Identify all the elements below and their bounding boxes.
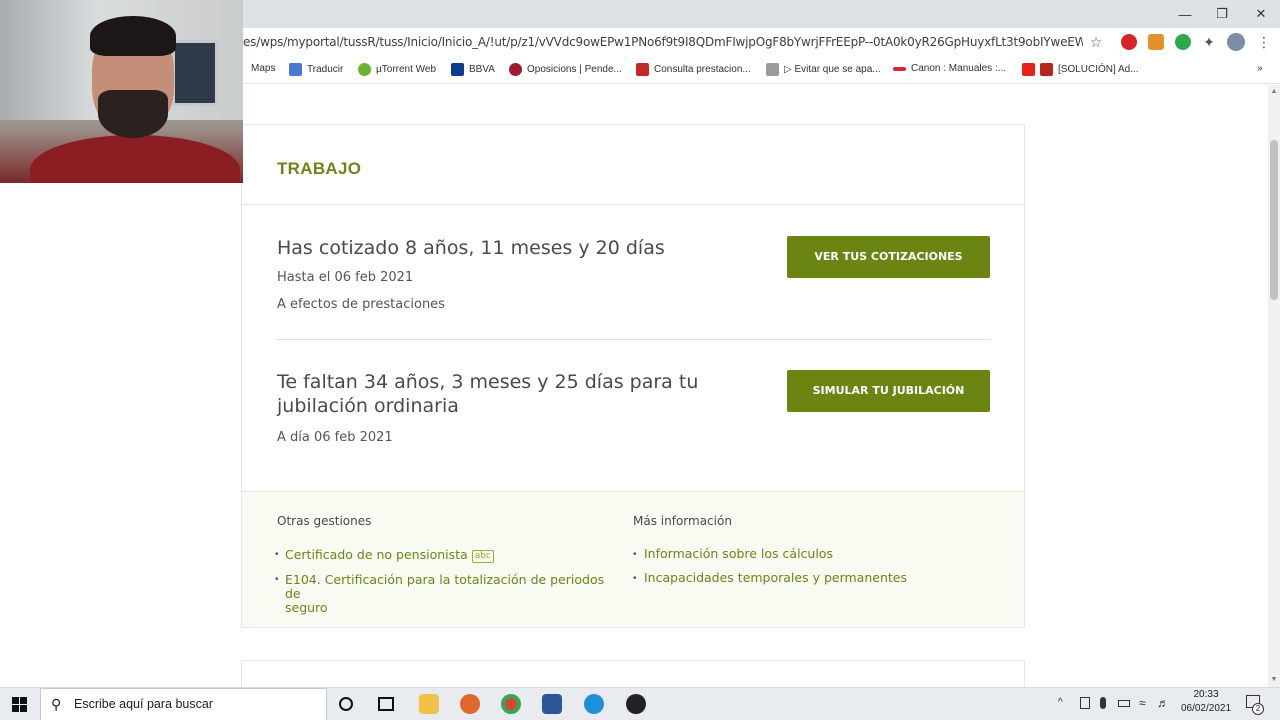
close-icon[interactable]: ✕ <box>1242 0 1280 28</box>
solucion-icon <box>1040 63 1053 76</box>
more-bookmarks[interactable]: » <box>1257 63 1263 74</box>
minimize-icon[interactable]: — <box>1166 0 1204 28</box>
scroll-down-icon[interactable]: ▼ <box>1270 676 1278 684</box>
card-footer: Otras gestiones • Certificado de no pens… <box>242 491 1024 627</box>
evitar-icon <box>766 63 779 76</box>
tray-chevron-icon[interactable]: ^ <box>1058 697 1063 708</box>
shield-extension-icon[interactable] <box>1175 34 1191 50</box>
youtube-icon <box>1022 63 1035 76</box>
scroll-up-icon[interactable]: ▲ <box>1270 88 1278 96</box>
canon-icon <box>893 66 906 71</box>
bookmark-label: BBVA <box>469 64 495 75</box>
otras-gestiones-title: Otras gestiones <box>277 514 372 528</box>
bookmark-label: [SOLUCIÓN] Ad... <box>1058 64 1139 75</box>
bookmark-bbva[interactable]: BBVA <box>451 63 495 76</box>
menu-dots-icon[interactable]: ⋮ <box>1256 34 1272 50</box>
battery-icon[interactable] <box>1118 700 1130 707</box>
certificado-link[interactable]: Certificado de no pensionista abc <box>285 548 494 563</box>
card-title: TRABAJO <box>277 159 362 178</box>
jubilacion-date: A día 06 feb 2021 <box>277 430 393 445</box>
e104-label-line1: E104. Certificación para la totalización… <box>285 572 605 601</box>
taskbar-search-input[interactable]: ⚲ Escribe aquí para buscar <box>40 688 327 720</box>
more-bookmarks-label: » <box>1257 63 1263 74</box>
chrome-icon[interactable] <box>501 694 521 714</box>
opera-extension-icon[interactable] <box>1121 34 1137 50</box>
abc-icon: abc <box>471 550 494 563</box>
next-card <box>241 660 1025 687</box>
bullet: • <box>275 574 279 585</box>
calculos-link[interactable]: Información sobre los cálculos <box>644 547 833 561</box>
bookmark-consulta[interactable]: Consulta prestacion... <box>636 63 751 76</box>
bookmark-label: Maps <box>251 63 276 74</box>
page-scrollbar[interactable]: ▲ ▼ <box>1268 85 1280 687</box>
clock-date: 06/02/2021 <box>1180 703 1232 714</box>
bullet: • <box>633 549 637 560</box>
word-icon[interactable] <box>542 694 562 714</box>
clock-time: 20:33 <box>1193 689 1219 700</box>
search-icon: ⚲ <box>51 696 62 712</box>
bookmark-label: ▷ Evitar que se apa... <box>784 64 881 75</box>
trabajo-card: TRABAJO Has cotizado 8 años, 11 meses y … <box>241 124 1025 628</box>
incapacidades-link[interactable]: Incapacidades temporales y permanentes <box>644 571 907 585</box>
bbva-icon <box>451 63 464 76</box>
bookmark-solucion[interactable]: [SOLUCIÓN] Ad... <box>1022 63 1139 76</box>
edge-icon[interactable] <box>584 694 604 714</box>
restore-icon[interactable]: ❐ <box>1203 0 1241 28</box>
cotizado-note: A efectos de prestaciones <box>277 297 445 312</box>
bookmark-utorrent[interactable]: µTorrent Web <box>358 63 436 76</box>
bag-extension-icon[interactable] <box>1148 34 1164 50</box>
firefox-icon[interactable] <box>460 694 480 714</box>
bookmark-maps[interactable]: Maps <box>251 63 275 74</box>
bookmark-label: Oposicions | Pende... <box>527 64 622 75</box>
webcam-picture-frame <box>172 40 218 106</box>
webcam-person-hair <box>90 16 176 56</box>
bookmark-label: Consulta prestacion... <box>654 64 751 75</box>
clock[interactable]: 20:33 06/02/2021 <box>1178 689 1234 714</box>
tray-app-icon[interactable] <box>1080 697 1090 709</box>
translate-icon <box>289 63 302 76</box>
star-icon[interactable]: ☆ <box>1088 34 1104 50</box>
bookmark-evitar[interactable]: ▷ Evitar que se apa... <box>766 63 881 76</box>
puzzle-icon[interactable]: ✦ <box>1201 34 1217 50</box>
consulta-icon <box>636 63 649 76</box>
bullet: • <box>633 573 637 584</box>
utorrent-icon <box>358 63 371 76</box>
divider <box>277 339 991 340</box>
windows-taskbar: ⚲ Escribe aquí para buscar ^ ≈ ♬ 20:33 0… <box>0 687 1280 720</box>
mas-informacion-title: Más información <box>633 514 732 528</box>
microphone-icon[interactable] <box>1100 697 1106 709</box>
bullet: • <box>275 549 279 560</box>
bookmark-label: Canon : Manuales :... <box>911 63 1007 74</box>
cortana-icon[interactable] <box>339 697 353 711</box>
bookmark-canon[interactable]: Canon : Manuales :... <box>893 63 1006 74</box>
webcam-person-beard <box>98 90 168 138</box>
bookmark-label: µTorrent Web <box>376 64 437 75</box>
volume-icon[interactable]: ♬ <box>1157 696 1169 710</box>
oposicions-icon <box>509 63 522 76</box>
e104-label-line2: seguro <box>285 600 328 615</box>
webcam-overlay <box>0 0 243 183</box>
simular-jubilacion-button[interactable]: SIMULAR TU JUBILACIÓN <box>787 370 990 412</box>
task-view-icon[interactable] <box>378 697 394 711</box>
obs-icon[interactable] <box>626 694 646 714</box>
file-explorer-icon[interactable] <box>419 694 439 714</box>
certificado-label: Certificado de no pensionista <box>285 547 468 562</box>
card-header: TRABAJO <box>242 125 1024 205</box>
ver-cotizaciones-button[interactable]: VER TUS COTIZACIONES <box>787 236 990 278</box>
url-text[interactable]: es/wps/myportal/tussR/tuss/Inicio/Inicio… <box>243 35 1083 49</box>
bookmark-label: Traducir <box>307 64 344 75</box>
scroll-thumb[interactable] <box>1270 140 1278 300</box>
webcam-person-body <box>30 135 240 183</box>
bookmark-oposicions[interactable]: Oposicions | Pende... <box>509 63 622 76</box>
notification-count: 2 <box>1252 703 1264 715</box>
bookmark-traducir[interactable]: Traducir <box>289 63 343 76</box>
wifi-icon[interactable]: ≈ <box>1139 696 1146 710</box>
windows-start-icon[interactable] <box>12 697 27 712</box>
avatar[interactable] <box>1227 33 1245 51</box>
e104-link[interactable]: E104. Certificación para la totalización… <box>285 573 615 615</box>
search-placeholder: Escribe aquí para buscar <box>74 697 213 711</box>
